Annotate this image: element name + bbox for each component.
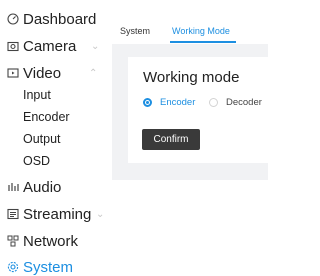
sidebar-item-network[interactable]: Network [7, 230, 78, 252]
sidebar-item-audio[interactable]: Audio [7, 176, 61, 198]
radio-checked-icon [143, 98, 152, 107]
working-mode-card: Working mode Encoder Decoder Confirm [128, 57, 268, 163]
streaming-icon [7, 208, 19, 220]
card-title: Working mode [143, 69, 240, 86]
sidebar-item-streaming[interactable]: Streaming ⌄ [7, 203, 104, 225]
dashboard-icon [7, 13, 19, 25]
tab-system[interactable]: System [120, 26, 150, 36]
radio-label: Encoder [160, 97, 196, 108]
sidebar-item-label: Streaming [23, 205, 92, 223]
sidebar-subitem-output[interactable]: Output [23, 130, 61, 148]
radio-decoder[interactable]: Decoder [209, 97, 262, 108]
sidebar-item-label: System [23, 258, 74, 276]
sidebar-item-system[interactable]: System [7, 256, 73, 276]
audio-icon [7, 181, 19, 193]
chevron-down-icon: ⌄ [96, 208, 105, 220]
main-content: System Working Mode Working mode Encoder… [112, 0, 268, 276]
tab-working-mode[interactable]: Working Mode [172, 26, 230, 36]
radio-encoder[interactable]: Encoder [143, 97, 195, 108]
radio-label: Decoder [226, 97, 262, 108]
sidebar-item-label: Audio [23, 178, 62, 196]
confirm-button[interactable]: Confirm [142, 129, 200, 150]
chevron-up-icon: ⌃ [89, 68, 98, 79]
sidebar-item-label: Network [23, 232, 79, 250]
sidebar-subitem-encoder[interactable]: Encoder [23, 108, 70, 126]
chevron-down-icon: ⌄ [91, 40, 100, 52]
sidebar-item-camera[interactable]: Camera ⌄ [7, 35, 99, 57]
sidebar-item-dashboard[interactable]: Dashboard [7, 8, 96, 30]
network-icon [7, 235, 19, 247]
sidebar-subitem-input[interactable]: Input [23, 86, 51, 104]
sidebar-item-video[interactable]: Video ⌃ [7, 62, 97, 84]
video-icon [7, 67, 19, 79]
active-tab-indicator [170, 41, 236, 43]
camera-icon [7, 40, 19, 52]
sidebar-item-label: Camera [23, 37, 77, 55]
sidebar-item-label: Video [23, 64, 62, 82]
sidebar: Dashboard Camera ⌄ Video ⌃ Input Encoder… [0, 0, 112, 276]
radio-unchecked-icon [209, 98, 218, 107]
gear-icon [7, 261, 19, 273]
sidebar-subitem-osd[interactable]: OSD [23, 152, 50, 170]
tab-bar: System Working Mode [112, 0, 268, 44]
sidebar-item-label: Dashboard [23, 10, 97, 28]
